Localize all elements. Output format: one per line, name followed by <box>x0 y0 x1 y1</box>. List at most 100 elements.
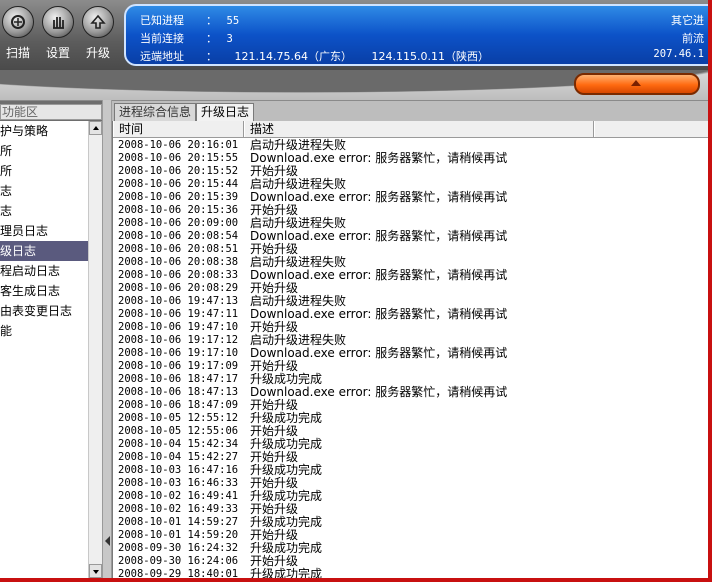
table-row[interactable]: 2008-10-06 20:08:33 Download.exe error: 服… <box>113 269 708 282</box>
function-item[interactable]: 客生成日志 <box>0 281 88 301</box>
table-row[interactable]: 2008-10-06 20:15:52 开始升级 <box>113 165 708 178</box>
table-row[interactable]: 2008-10-06 19:47:11 Download.exe error: 服… <box>113 308 708 321</box>
table-row[interactable]: 2008-10-05 12:55:12 升级成功完成 <box>113 412 708 425</box>
function-item[interactable]: 由表变更日志 <box>0 301 88 321</box>
time-cell: 2008-10-06 19:17:09 <box>118 360 239 372</box>
function-item[interactable]: 所 <box>0 141 88 161</box>
remote-address-1: 121.14.75.64（广东） <box>234 50 352 63</box>
tab-upgrade-log[interactable]: 升级日志 <box>196 103 255 121</box>
table-row[interactable]: 2008-10-04 15:42:34 升级成功完成 <box>113 438 708 451</box>
table-row[interactable]: 2008-09-29 18:40:01 升级成功完成 <box>113 567 708 579</box>
scroll-down-button[interactable] <box>89 564 102 578</box>
table-row[interactable]: 2008-10-04 15:42:27 开始升级 <box>113 451 708 464</box>
scan-button-label: 扫描 <box>5 46 30 60</box>
table-row[interactable]: 2008-09-30 16:24:06 开始升级 <box>113 555 708 568</box>
function-item[interactable]: 能 <box>0 321 88 341</box>
table-row[interactable]: 2008-10-05 12:55:06 开始升级 <box>113 425 708 438</box>
time-cell: 2008-10-04 15:42:27 <box>118 451 239 463</box>
column-header-empty <box>594 121 708 137</box>
time-cell: 2008-10-01 14:59:27 <box>118 516 239 528</box>
table-row[interactable]: 2008-10-06 18:47:13 Download.exe error: 服… <box>113 386 708 399</box>
function-item[interactable]: 志 <box>0 201 88 221</box>
time-cell: 2008-10-03 16:47:16 <box>118 464 239 476</box>
table-row[interactable]: 2008-10-03 16:46:33 开始升级 <box>113 477 708 490</box>
settings-hand-icon <box>42 6 74 38</box>
column-header-description[interactable]: 描述 <box>244 121 594 137</box>
table-row[interactable]: 2008-10-01 14:59:27 升级成功完成 <box>113 516 708 529</box>
time-cell: 2008-10-02 16:49:33 <box>118 503 239 515</box>
time-cell: 2008-10-04 15:42:34 <box>118 438 239 450</box>
scan-icon <box>2 6 34 38</box>
current-connection-label: 当前连接 <box>140 32 184 45</box>
table-row[interactable]: 2008-10-06 20:08:29 开始升级 <box>113 282 708 295</box>
current-connection-row: 当前连接 ： 3 <box>140 30 233 46</box>
function-item[interactable]: 程启动日志 <box>0 261 88 281</box>
table-row[interactable]: 2008-10-03 16:47:16 升级成功完成 <box>113 464 708 477</box>
function-item[interactable]: 理员日志 <box>0 221 88 241</box>
time-cell: 2008-10-06 20:08:38 <box>118 256 239 268</box>
time-cell: 2008-10-06 18:47:09 <box>118 399 239 411</box>
scroll-up-button[interactable] <box>89 121 102 135</box>
time-cell: 2008-10-06 20:15:39 <box>118 191 239 203</box>
table-row[interactable]: 2008-10-06 19:47:10 开始升级 <box>113 321 708 334</box>
function-list-scrollbar[interactable] <box>88 121 102 578</box>
settings-button[interactable]: 设置 <box>36 6 80 66</box>
time-cell: 2008-10-06 20:08:33 <box>118 269 239 281</box>
scan-button[interactable]: 扫描 <box>0 6 40 66</box>
connection-info-panel: 已知进程 ： 55 当前连接 ： 3 远端地址 ： 121.14.75.64（广东） … <box>124 4 708 66</box>
function-area-header: 功能区 <box>0 104 102 120</box>
table-row[interactable]: 2008-09-30 16:24:32 升级成功完成 <box>113 542 708 555</box>
upgrade-arrow-icon <box>82 6 114 38</box>
tab-process-info[interactable]: 进程综合信息 <box>114 103 197 121</box>
other-process-label: 其它进 <box>671 14 704 27</box>
known-process-separator: ： <box>206 14 217 27</box>
remote-address-2: 124.115.0.11（陕西） <box>371 50 489 63</box>
time-cell: 2008-10-06 19:47:10 <box>118 321 239 333</box>
upgrade-button[interactable]: 升级 <box>76 6 120 66</box>
table-row[interactable]: 2008-10-02 16:49:33 开始升级 <box>113 503 708 516</box>
table-row[interactable]: 2008-10-01 14:59:20 开始升级 <box>113 529 708 542</box>
function-item-upgrade-log[interactable]: 级日志 <box>0 241 88 261</box>
collapse-left-icon[interactable] <box>105 536 110 546</box>
table-row[interactable]: 2008-10-06 18:47:09 开始升级 <box>113 399 708 412</box>
time-cell: 2008-09-30 16:24:32 <box>118 542 239 554</box>
window-frame-right <box>708 0 712 582</box>
function-list: 护与策略 所 所 志 志 理员日志 级日志 程启动日志 客生成日志 由表变更日志… <box>0 121 88 578</box>
table-row[interactable]: 2008-10-06 19:17:10 Download.exe error: 服… <box>113 347 708 360</box>
current-flow-label: 前流 <box>682 32 704 45</box>
table-row[interactable]: 2008-10-06 20:08:51 开始升级 <box>113 243 708 256</box>
time-cell: 2008-10-02 16:49:41 <box>118 490 239 502</box>
time-cell: 2008-10-06 19:17:10 <box>118 347 239 359</box>
time-cell: 2008-09-30 16:24:06 <box>118 555 239 567</box>
table-row[interactable]: 2008-10-06 20:15:55 Download.exe error: 服… <box>113 152 708 165</box>
time-cell: 2008-10-06 19:17:12 <box>118 334 239 346</box>
time-cell: 2008-10-06 20:15:36 <box>118 204 239 216</box>
column-header-time[interactable]: 时间 <box>113 121 244 137</box>
known-process-row: 已知进程 ： 55 <box>140 12 239 28</box>
table-row[interactable]: 2008-10-06 20:08:54 Download.exe error: 服… <box>113 230 708 243</box>
panel-splitter[interactable] <box>102 100 112 578</box>
function-item[interactable]: 护与策略 <box>0 121 88 141</box>
time-cell: 2008-10-06 20:08:54 <box>118 230 239 242</box>
function-item[interactable]: 所 <box>0 161 88 181</box>
current-connection-separator: ： <box>206 32 217 45</box>
arrow-up-icon <box>93 126 99 130</box>
time-cell: 2008-10-06 20:08:29 <box>118 282 239 294</box>
table-row[interactable]: 2008-10-06 20:15:39 Download.exe error: 服… <box>113 191 708 204</box>
function-item[interactable]: 志 <box>0 181 88 201</box>
arrow-up-icon <box>631 80 641 86</box>
time-cell: 2008-10-06 20:08:51 <box>118 243 239 255</box>
table-row[interactable]: 2008-10-06 20:15:36 开始升级 <box>113 204 708 217</box>
table-row[interactable]: 2008-10-06 19:17:09 开始升级 <box>113 360 708 373</box>
collapse-toggle-button[interactable] <box>574 73 700 95</box>
table-header: 时间 描述 <box>113 121 708 138</box>
time-cell: 2008-10-06 20:15:52 <box>118 165 239 177</box>
tab-bar: 进程综合信息 升级日志 <box>112 101 708 121</box>
description-cell: 升级成功完成 <box>250 567 323 579</box>
table-row[interactable]: 2008-10-02 16:49:41 升级成功完成 <box>113 490 708 503</box>
arrow-down-icon <box>93 570 99 574</box>
time-cell: 2008-10-06 20:15:44 <box>118 178 239 190</box>
remote-address-row: 远端地址 ： 121.14.75.64（广东） 124.115.0.11（陕西） <box>140 48 489 64</box>
settings-button-label: 设置 <box>45 46 70 60</box>
known-process-label: 已知进程 <box>140 14 184 27</box>
